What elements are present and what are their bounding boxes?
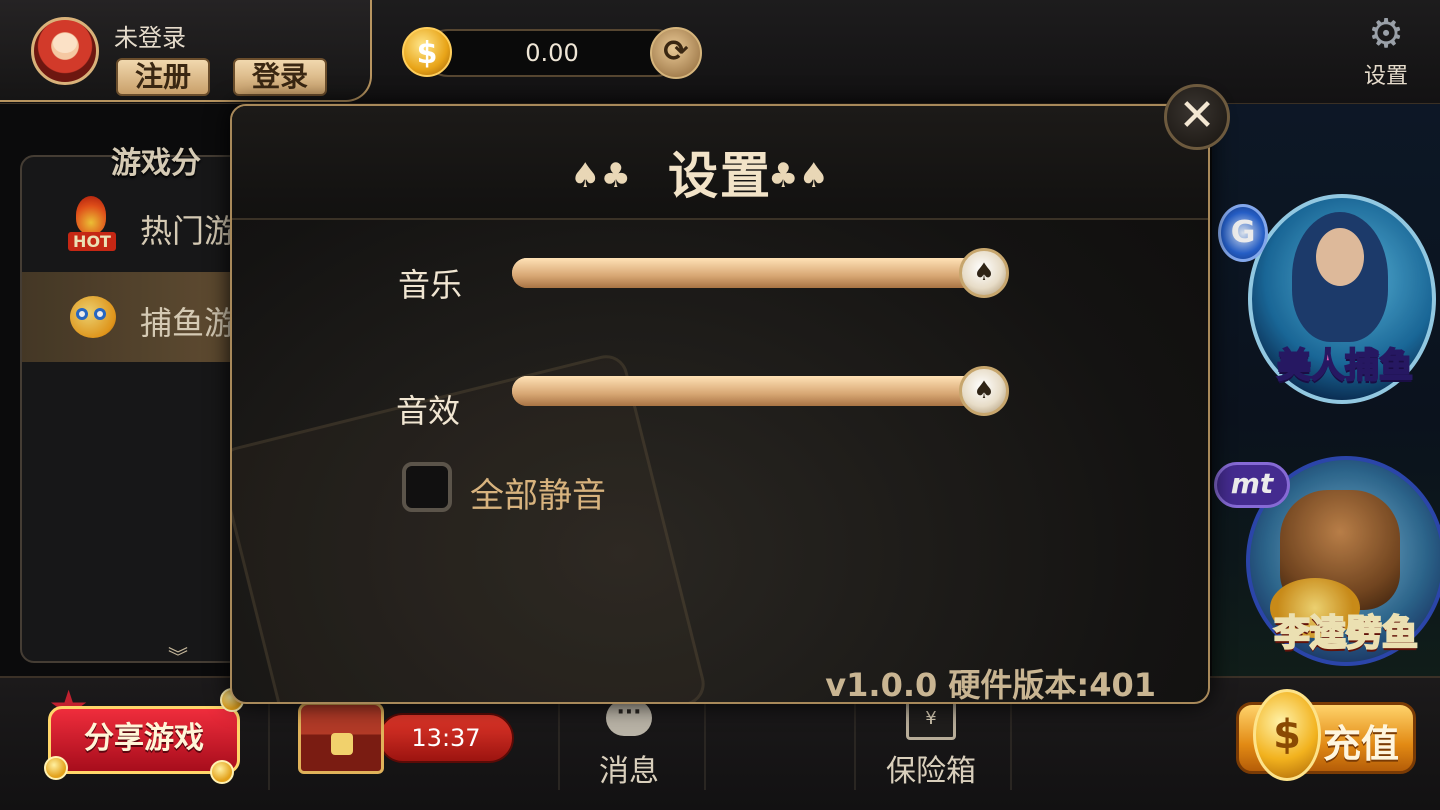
music-label: 音乐 bbox=[398, 266, 463, 304]
username: 未登录 bbox=[114, 24, 186, 52]
treasure-chest-icon[interactable] bbox=[298, 702, 384, 774]
timer-badge: 13:37 bbox=[378, 713, 514, 763]
coin-icon: $ bbox=[402, 27, 452, 77]
register-button[interactable]: 注册 bbox=[116, 58, 210, 96]
mute-all-checkbox[interactable] bbox=[402, 462, 452, 512]
recharge-button[interactable]: $ 充值 bbox=[1236, 689, 1416, 781]
bottom-divider bbox=[704, 690, 706, 790]
safe-icon[interactable]: ¥ bbox=[906, 700, 956, 740]
recharge-label: 充值 bbox=[1323, 722, 1400, 766]
sfx-slider[interactable]: ♠ bbox=[512, 366, 1009, 416]
spade-icon[interactable]: ♠ bbox=[959, 366, 1009, 416]
message-icon[interactable]: ··· bbox=[606, 700, 652, 736]
chest-lock bbox=[331, 733, 353, 755]
bottom-divider bbox=[854, 690, 856, 790]
safe-label[interactable]: 保险箱 bbox=[866, 746, 996, 790]
bottom-divider bbox=[268, 690, 270, 790]
share-game-button[interactable]: 分享游戏 bbox=[48, 706, 240, 774]
balance-bar: $ 0.00 ⟳ bbox=[402, 27, 702, 79]
mute-all-label[interactable]: 全部静音 bbox=[470, 468, 606, 517]
message-label[interactable]: 消息 bbox=[574, 746, 684, 790]
bottom-divider bbox=[558, 690, 560, 790]
spade-icon[interactable]: ♠ bbox=[959, 248, 1009, 298]
avatar[interactable] bbox=[31, 17, 99, 85]
suits-icon-right: ♣♠ bbox=[768, 156, 829, 196]
coin-icon bbox=[210, 760, 234, 784]
profile-panel: 未登录 注册 登录 bbox=[0, 0, 372, 102]
settings-button[interactable]: ⚙ 设置 bbox=[1354, 10, 1418, 89]
coin-icon bbox=[44, 756, 68, 780]
bottom-divider bbox=[1010, 690, 1012, 790]
version-text: v1.0.0 硬件版本:401 bbox=[825, 666, 1156, 704]
refresh-icon[interactable]: ⟳ bbox=[650, 27, 702, 79]
avatar-face bbox=[53, 33, 77, 53]
gear-icon: ⚙ bbox=[1368, 11, 1404, 57]
settings-dialog: ♠♣ 设置 ♣♠ 音乐 ♠ 音效 ♠ 全部静音 v1.0.0 硬件版本:401 bbox=[230, 104, 1210, 704]
music-slider-fill bbox=[512, 258, 1006, 288]
login-button[interactable]: 登录 bbox=[233, 58, 327, 96]
sfx-label: 音效 bbox=[396, 392, 461, 430]
dialog-header: ♠♣ 设置 ♣♠ bbox=[232, 106, 1208, 220]
dollar-coin-icon: $ bbox=[1253, 689, 1321, 781]
music-slider[interactable]: ♠ bbox=[512, 248, 1009, 298]
settings-label: 设置 bbox=[1363, 64, 1408, 89]
dialog-title: 设置 bbox=[668, 147, 772, 205]
close-icon[interactable]: ✕ bbox=[1164, 84, 1230, 150]
balance-amount: 0.00 bbox=[525, 39, 579, 67]
sfx-slider-fill bbox=[512, 376, 1006, 406]
